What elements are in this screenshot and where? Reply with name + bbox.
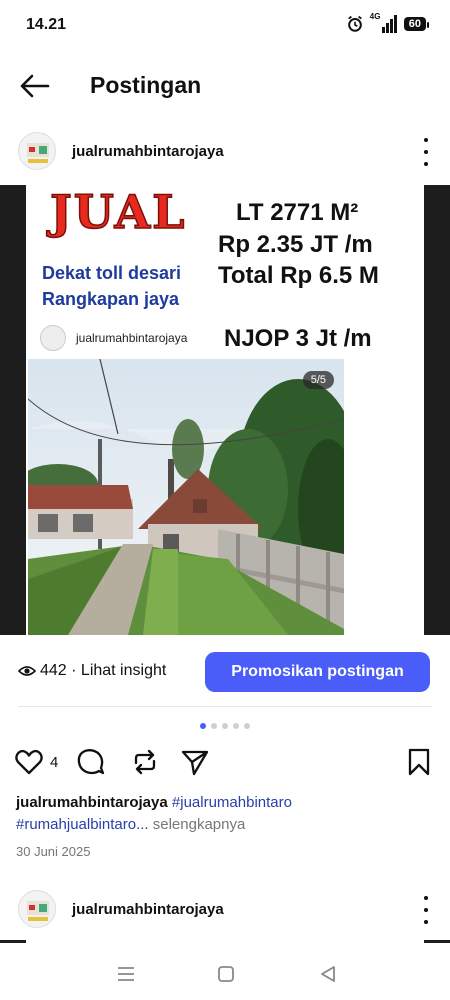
eye-icon — [18, 666, 36, 676]
next-post-image-edge — [0, 940, 450, 944]
menu-icon[interactable] — [114, 963, 138, 985]
back-icon[interactable] — [316, 963, 340, 985]
image-border-right — [424, 940, 450, 943]
image-njop: NJOP 3 Jt /m — [224, 325, 372, 352]
post-date: 30 Juni 2025 — [16, 844, 91, 859]
post-username[interactable]: jualrumahbintarojaya — [72, 143, 224, 160]
carousel-dot — [211, 723, 217, 729]
app-header: Postingan — [0, 60, 450, 110]
status-icons: 4G 60 — [346, 12, 430, 34]
more-options-icon[interactable] — [418, 138, 434, 166]
photo-counter: 5/5 — [302, 371, 334, 389]
signal-icon: 4G — [369, 12, 398, 34]
caption-more-link[interactable]: selengkapnya — [153, 816, 246, 833]
status-bar: 14.21 4G 60 — [0, 0, 450, 50]
carousel-dot-active — [200, 723, 206, 729]
carousel-dot — [222, 723, 228, 729]
battery-indicator: 60 — [403, 17, 430, 31]
like-count[interactable]: 4 — [50, 754, 58, 771]
image-location-line-2: Rangkapan jaya — [42, 289, 180, 309]
caption-hashtag[interactable]: #rumahjualbintaro... — [16, 816, 149, 833]
insight-link[interactable]: 442 · Lihat insight — [40, 662, 166, 680]
house-photo: 5/5 — [28, 359, 344, 635]
page-title: Postingan — [90, 72, 202, 98]
carousel-dot — [244, 723, 250, 729]
image-border-left — [0, 185, 26, 635]
bookmark-icon[interactable] — [404, 747, 434, 777]
post-image[interactable]: JUAL LT 2771 M² Rp 2.35 JT /m Total Rp 6… — [0, 184, 450, 635]
image-location-line-1: Dekat toll desari — [42, 263, 182, 283]
image-headline: JUAL — [49, 184, 187, 240]
next-post-header: jualrumahbintarojaya — [0, 888, 450, 934]
post-caption: jualrumahbintarojaya #jualrumahbintaro #… — [16, 792, 436, 836]
image-inner-username: jualrumahbintarojaya — [76, 331, 188, 345]
insight-row: 442 · Lihat insight Promosikan postingan — [0, 650, 450, 694]
send-icon[interactable] — [180, 747, 210, 777]
image-price-per-meter: Rp 2.35 JT /m — [218, 231, 373, 258]
divider — [18, 706, 432, 707]
network-label: 4G — [369, 12, 381, 21]
alarm-icon — [347, 15, 362, 32]
image-inner-avatar — [40, 325, 66, 351]
caption-username[interactable]: jualrumahbintarojaya — [16, 794, 168, 811]
image-total-price: Total Rp 6.5 M — [218, 262, 379, 289]
back-arrow-icon[interactable] — [18, 72, 52, 100]
promote-post-button[interactable]: Promosikan postingan — [205, 652, 430, 692]
carousel-dot — [233, 723, 239, 729]
avatar[interactable] — [18, 890, 56, 928]
home-icon[interactable] — [214, 963, 238, 985]
next-post-username[interactable]: jualrumahbintarojaya — [72, 901, 224, 918]
comment-icon[interactable] — [76, 747, 106, 777]
image-border-right — [424, 185, 450, 635]
more-options-icon[interactable] — [418, 896, 434, 924]
post-actions: 4 — [0, 744, 450, 780]
carousel-indicator — [0, 723, 450, 729]
heart-icon[interactable] — [14, 747, 44, 777]
system-nav-bar — [0, 955, 450, 995]
repost-icon[interactable] — [130, 747, 160, 777]
post-header: jualrumahbintarojaya — [0, 130, 450, 176]
image-land-area: LT 2771 M² — [236, 199, 359, 226]
image-border-left — [0, 940, 26, 943]
caption-hashtag[interactable]: #jualrumahbintaro — [172, 794, 292, 811]
status-time: 14.21 — [26, 16, 67, 33]
avatar[interactable] — [18, 132, 56, 170]
